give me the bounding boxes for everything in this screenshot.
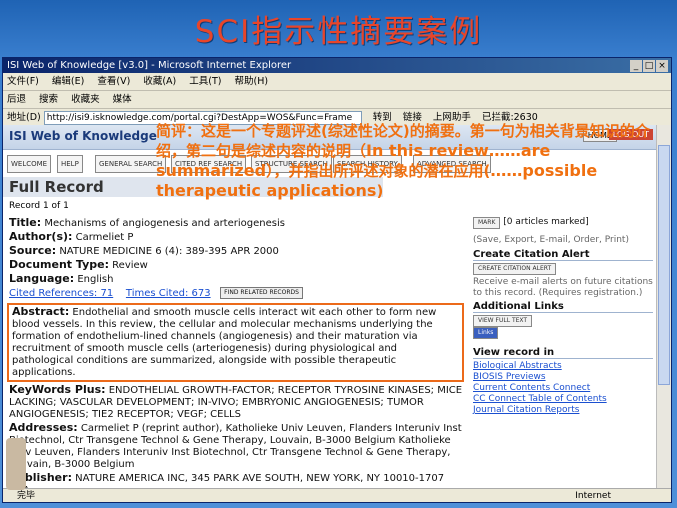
- additional-links-heading: Additional Links: [473, 301, 653, 313]
- address-label: 地址(D): [7, 112, 41, 123]
- links-button-isi[interactable]: Links: [473, 327, 499, 339]
- status-bar: 完毕 Internet: [3, 488, 671, 502]
- keywords-label: KeyWords Plus:: [9, 383, 106, 396]
- search-button[interactable]: 搜索: [39, 94, 58, 105]
- vertical-scrollbar[interactable]: [656, 125, 671, 488]
- citation-alert-heading: Create Citation Alert: [473, 249, 653, 261]
- source-value: NATURE MEDICINE 6 (4): 389-395 APR 2000: [59, 246, 279, 257]
- record-count: Record 1 of 1: [9, 201, 69, 211]
- menu-file[interactable]: 文件(F): [7, 76, 39, 87]
- addresses-label: Addresses:: [9, 421, 78, 434]
- annotation-overlay: 简评：这是一个专题评述(综述性论文)的摘要。第一句为相关背景知识的介绍，第二句是…: [156, 121, 651, 201]
- link-current-contents[interactable]: Current Contents Connect: [473, 383, 653, 394]
- status-text: 完毕: [17, 491, 36, 501]
- media-button[interactable]: 媒体: [113, 94, 132, 105]
- scrollbar-thumb[interactable]: [658, 145, 670, 385]
- annotation-part-5: ): [376, 182, 384, 200]
- slide-background: SCI指示性摘要案例 ISI Web of Knowledge [v3.0] -…: [0, 0, 677, 508]
- citation-row: Cited References: 71 Times Cited: 673 FI…: [9, 287, 464, 300]
- menu-tools[interactable]: 工具(T): [189, 76, 221, 87]
- language-value: English: [77, 274, 114, 285]
- doctype-row: Document Type: Review: [9, 259, 464, 272]
- decorative-figure-image: [6, 438, 26, 490]
- doctype-label: Document Type:: [9, 258, 109, 271]
- security-zone: Internet: [575, 491, 611, 501]
- record-sidebar: MARK [0 articles marked] (Save, Export, …: [473, 217, 653, 416]
- link-journal-citation-reports[interactable]: Journal Citation Reports: [473, 405, 653, 416]
- view-record-heading: View record in: [473, 347, 653, 359]
- title-value: Mechanisms of angiogenesis and arterioge…: [44, 218, 285, 229]
- source-label: Source:: [9, 244, 57, 257]
- menu-help[interactable]: 帮助(H): [235, 76, 269, 87]
- marked-count: [0 articles marked]: [503, 217, 589, 227]
- title-label: Title:: [9, 216, 42, 229]
- menu-edit[interactable]: 编辑(E): [52, 76, 84, 87]
- abstract-label: Abstract:: [12, 305, 70, 318]
- window-controls: _ □ ×: [629, 59, 668, 74]
- authors-label: Author(s):: [9, 230, 73, 243]
- create-citation-alert-button[interactable]: CREATE CITATION ALERT: [473, 263, 557, 275]
- minimize-button[interactable]: _: [630, 60, 642, 72]
- annotation-part-3: ），并指出所评述对象的潜在应用(: [266, 162, 491, 180]
- isi-logo: ISI Web of Knowledge: [9, 129, 157, 143]
- source-row: Source: NATURE MEDICINE 6 (4): 389-395 A…: [9, 245, 464, 258]
- find-related-button[interactable]: FIND RELATED RECORDS: [220, 287, 303, 299]
- abstract-value: Endothelial and smooth muscle cells inte…: [12, 307, 437, 378]
- back-button[interactable]: 后退: [7, 94, 26, 105]
- language-label: Language:: [9, 272, 75, 285]
- maximize-button[interactable]: □: [643, 60, 655, 72]
- publisher-value: NATURE AMERICA INC, 345 PARK AVE SOUTH, …: [9, 473, 445, 488]
- menu-view[interactable]: 查看(V): [97, 76, 130, 87]
- publisher-row: Publisher: NATURE AMERICA INC, 345 PARK …: [9, 472, 464, 489]
- cited-references-link[interactable]: Cited References: 71: [9, 288, 113, 299]
- link-cc-toc[interactable]: CC Connect Table of Contents: [473, 394, 653, 405]
- record-details: Title: Mechanisms of angiogenesis and ar…: [7, 217, 464, 489]
- menu-favorites[interactable]: 收藏(A): [143, 76, 176, 87]
- mark-row: MARK [0 articles marked]: [473, 217, 653, 229]
- nav-welcome[interactable]: WELCOME: [7, 155, 52, 173]
- window-title: ISI Web of Knowledge [v3.0] - Microsoft …: [7, 60, 292, 71]
- save-options: (Save, Export, E-mail, Order, Print): [473, 235, 629, 245]
- slide-title: SCI指示性摘要案例: [194, 14, 483, 50]
- addresses-row: Addresses: Carmeliet P (reprint author),…: [9, 422, 464, 471]
- nav-help[interactable]: HELP: [57, 155, 83, 173]
- times-cited-link[interactable]: Times Cited: 673: [126, 288, 211, 299]
- keywords-row: KeyWords Plus: ENDOTHELIAL GROWTH-FACTOR…: [9, 384, 464, 421]
- authors-value: Carmeliet P: [75, 232, 134, 243]
- link-biosis-previews[interactable]: BIOSIS Previews: [473, 372, 653, 383]
- authors-row: Author(s): Carmeliet P: [9, 231, 464, 244]
- title-row: Title: Mechanisms of angiogenesis and ar…: [9, 217, 464, 230]
- window-titlebar: ISI Web of Knowledge [v3.0] - Microsoft …: [3, 58, 671, 73]
- abstract-box: Abstract: Endothelial and smooth muscle …: [7, 303, 464, 382]
- browser-toolbar: 后退 搜索 收藏夹 媒体: [3, 91, 671, 109]
- doctype-value: Review: [112, 260, 148, 271]
- link-biological-abstracts[interactable]: Biological Abstracts: [473, 361, 653, 372]
- view-full-text-button[interactable]: VIEW FULL TEXT: [473, 315, 533, 327]
- mark-button[interactable]: MARK: [473, 217, 501, 229]
- alert-description: Receive e-mail alerts on future citation…: [473, 277, 653, 298]
- favorites-button[interactable]: 收藏夹: [71, 94, 100, 105]
- close-button[interactable]: ×: [656, 60, 668, 72]
- menu-bar: 文件(F) 编辑(E) 查看(V) 收藏(A) 工具(T) 帮助(H): [3, 73, 671, 91]
- language-row: Language: English: [9, 273, 464, 286]
